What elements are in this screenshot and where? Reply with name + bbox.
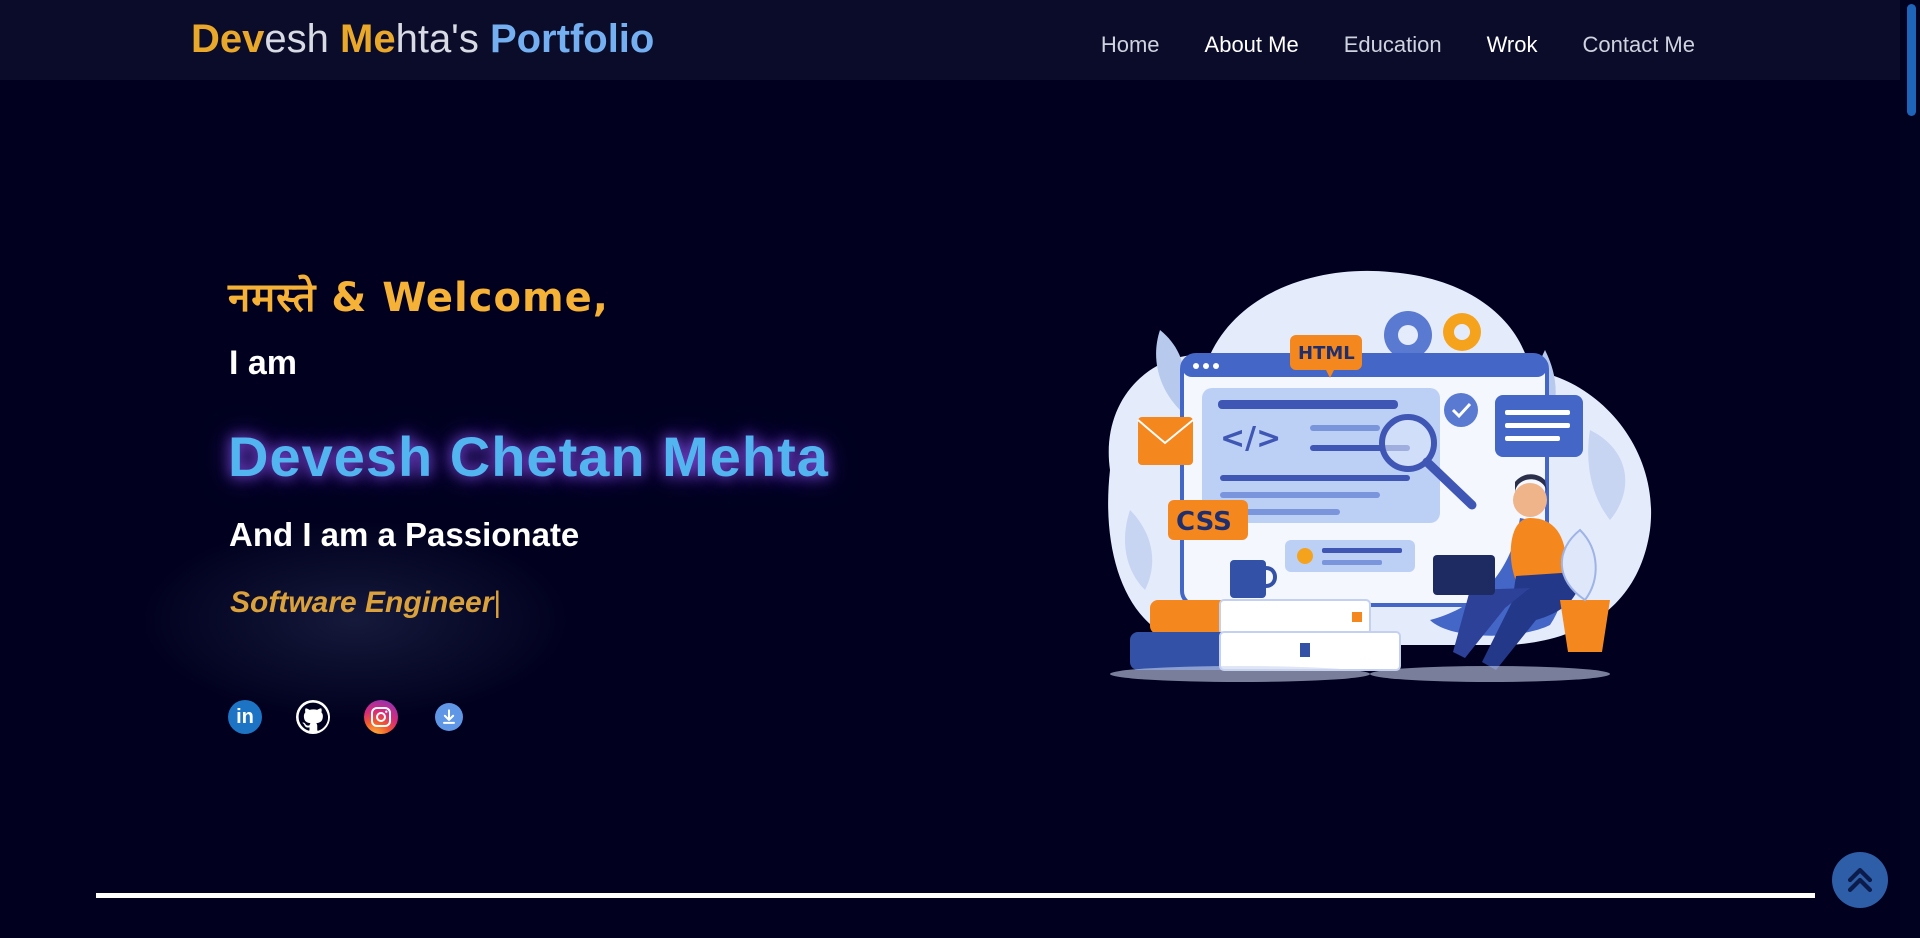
typing-cursor: |	[493, 586, 502, 619]
nav-item-education[interactable]: Education	[1344, 30, 1442, 60]
double-chevron-up-icon	[1847, 867, 1873, 893]
back-to-top-button[interactable]	[1832, 852, 1888, 908]
greeting-text: नमस्ते & Welcome,	[228, 275, 609, 321]
brand-part: Portfolio	[489, 17, 655, 61]
brand-part: hta's	[395, 17, 490, 61]
brand-logo[interactable]: Devesh Mehta's Portfolio	[191, 14, 654, 64]
social-links: in	[228, 700, 497, 734]
instagram-glyph	[371, 707, 391, 727]
linkedin-icon[interactable]: in	[228, 700, 262, 734]
instagram-icon[interactable]	[364, 700, 398, 734]
navbar: Devesh Mehta's Portfolio Home About Me E…	[0, 0, 1900, 80]
nav-item-about[interactable]: About Me	[1205, 30, 1299, 60]
code-label: </>	[1220, 421, 1281, 456]
hero-name: Devesh Chetan Mehta	[228, 425, 829, 488]
intro-text: I am	[229, 344, 298, 382]
github-glyph	[298, 702, 328, 731]
html-tag-label: HTML	[1298, 343, 1355, 364]
nav-item-work[interactable]: Wrok	[1487, 30, 1538, 60]
role-text: Software Engineer	[230, 586, 494, 619]
brand-part: esh	[264, 17, 340, 61]
linkedin-icon-text: in	[236, 705, 254, 728]
nav-item-home[interactable]: Home	[1101, 30, 1160, 60]
section-divider	[96, 893, 1815, 898]
developer-illustration: </> HTML CSS	[1108, 270, 1652, 682]
nav-item-contact[interactable]: Contact Me	[1583, 30, 1696, 60]
role-typing-text: Software Engineer|	[230, 586, 501, 620]
github-icon[interactable]	[296, 700, 330, 734]
brand-part: Me	[340, 17, 396, 61]
passion-text: And I am a Passionate	[229, 516, 580, 553]
scrollbar-thumb[interactable]	[1907, 4, 1916, 116]
brand-part: Dev	[191, 17, 265, 61]
css-tag-label: CSS	[1176, 507, 1232, 537]
download-icon[interactable]	[435, 703, 463, 731]
page-scrollbar[interactable]	[1900, 0, 1920, 938]
download-glyph	[443, 709, 455, 724]
nav-menu: Home About Me Education Wrok Contact Me	[1056, 30, 1695, 60]
